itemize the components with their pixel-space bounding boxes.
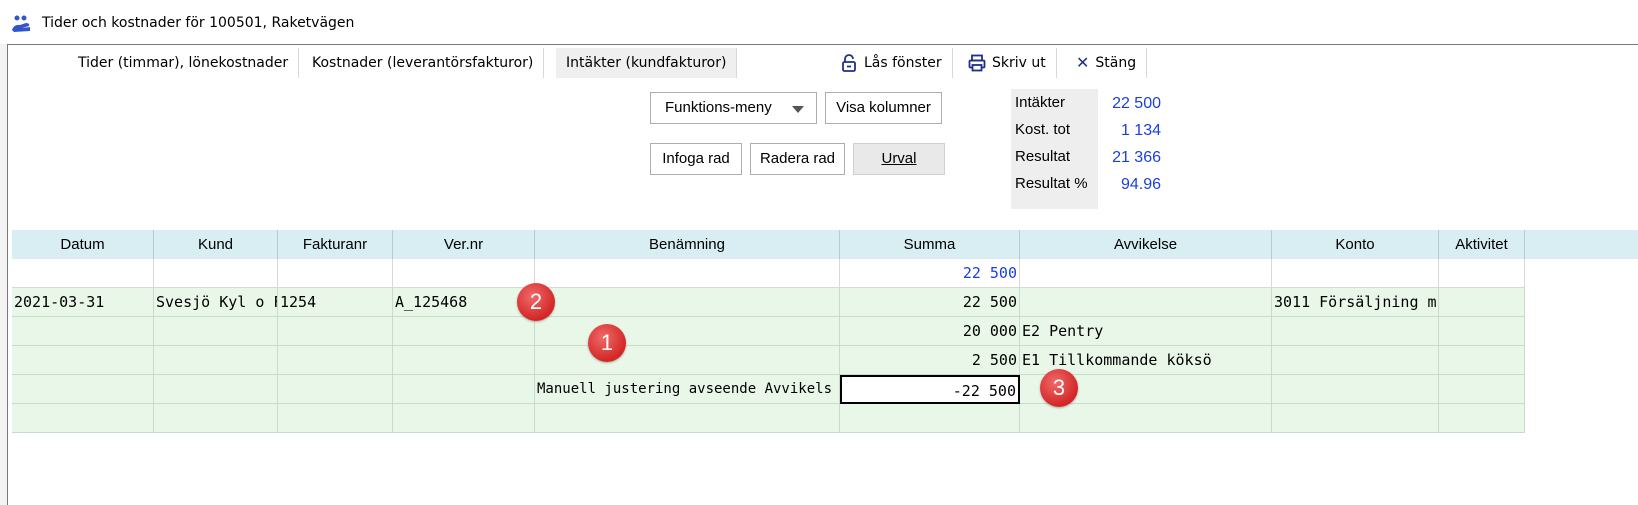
title-bar: Tider och kostnader för 100501, Raketväg… — [0, 0, 1638, 44]
table-cell[interactable] — [535, 259, 840, 288]
summary-value-cost: 1 134 — [1120, 122, 1161, 139]
table-cell[interactable] — [535, 346, 840, 375]
table-cell[interactable] — [1439, 346, 1525, 375]
tab-costs[interactable]: Kostnader (leverantörsfakturor) — [302, 48, 545, 78]
show-columns-button[interactable]: Visa kolumner — [825, 92, 942, 124]
chevron-down-icon — [792, 106, 804, 113]
table-cell[interactable] — [278, 346, 393, 375]
table-cell[interactable] — [1439, 375, 1525, 404]
selection-label: Urval — [881, 150, 917, 167]
table-cell[interactable] — [1272, 404, 1439, 433]
table-cell[interactable] — [154, 404, 278, 433]
summary-value-result-pct: 94.96 — [1120, 176, 1161, 193]
window-title: Tider och kostnader för 100501, Raketväg… — [42, 15, 355, 31]
lock-window-button[interactable]: Lås fönster — [830, 48, 953, 78]
unlock-icon — [842, 54, 856, 72]
column-header-summa[interactable]: Summa — [840, 230, 1020, 259]
table-cell[interactable]: A_125468 — [393, 288, 535, 317]
tab-times[interactable]: Tider (timmar), lönekostnader — [68, 48, 300, 78]
table-cell[interactable] — [278, 375, 393, 404]
delete-row-button[interactable]: Radera rad — [750, 143, 845, 175]
column-header-filler — [1525, 230, 1638, 259]
table-cell[interactable] — [535, 317, 840, 346]
table-cell[interactable]: 22 500 — [840, 288, 1020, 317]
table-cell[interactable] — [393, 259, 535, 288]
table-cell[interactable] — [393, 317, 535, 346]
table-cell[interactable] — [1439, 259, 1525, 288]
table-cell[interactable] — [393, 346, 535, 375]
column-header-vernr[interactable]: Ver.nr — [393, 230, 535, 259]
table-cell[interactable] — [12, 375, 154, 404]
table-cell[interactable] — [1020, 404, 1272, 433]
column-header-fakturanr[interactable]: Fakturanr — [278, 230, 393, 259]
annotation-badge-3: 3 — [1040, 369, 1078, 407]
table-cell[interactable] — [1020, 259, 1272, 288]
table-cell[interactable] — [154, 317, 278, 346]
table-cell[interactable] — [535, 288, 840, 317]
table-cell[interactable]: 1254 — [278, 288, 393, 317]
column-header-aktivitet[interactable]: Aktivitet — [1439, 230, 1525, 259]
tab-income[interactable]: Intäkter (kundfakturor) — [556, 48, 738, 78]
insert-row-button[interactable]: Infoga rad — [650, 143, 742, 175]
summary-label-income: Intäkter — [1015, 94, 1066, 111]
table-cell-description[interactable]: Manuell justering avseende Avvikels — [535, 375, 840, 404]
selection-button[interactable]: Urval — [853, 143, 945, 175]
table-cell[interactable] — [12, 346, 154, 375]
function-menu-dropdown[interactable]: Funktions-meny — [650, 92, 817, 124]
table-cell[interactable] — [1272, 317, 1439, 346]
column-header-datum[interactable]: Datum — [12, 230, 154, 259]
close-button[interactable]: ✕ Stäng — [1066, 48, 1148, 78]
function-menu-label: Funktions-meny — [665, 99, 772, 116]
table-cell[interactable] — [1439, 404, 1525, 433]
print-button[interactable]: Skriv ut — [958, 48, 1057, 78]
close-icon: ✕ — [1076, 53, 1090, 72]
table-cell[interactable] — [1272, 346, 1439, 375]
table-cell[interactable]: 2021-03-31 — [12, 288, 154, 317]
close-label: Stäng — [1095, 55, 1137, 71]
table-cell[interactable] — [154, 259, 278, 288]
lock-window-label: Lås fönster — [864, 55, 942, 71]
table-cell[interactable] — [393, 404, 535, 433]
table-cell[interactable] — [278, 317, 393, 346]
table-cell[interactable] — [535, 404, 840, 433]
print-label: Skriv ut — [992, 55, 1046, 71]
table-cell-total[interactable]: 22 500 — [840, 259, 1020, 288]
table-cell[interactable] — [1439, 288, 1525, 317]
project-icon — [12, 15, 30, 32]
column-header-konto[interactable]: Konto — [1272, 230, 1439, 259]
summary-value-income: 22 500 — [1112, 95, 1161, 112]
table-cell-selected[interactable]: -22 500 — [840, 375, 1020, 404]
table-cell[interactable] — [12, 317, 154, 346]
table-cell[interactable] — [1272, 375, 1439, 404]
table-cell[interactable]: Svesjö Kyl o Fr — [154, 288, 278, 317]
printer-icon — [968, 54, 986, 72]
table-cell[interactable]: E2 Pentry — [1020, 317, 1272, 346]
column-header-avvikelse[interactable]: Avvikelse — [1020, 230, 1272, 259]
table-cell[interactable] — [154, 346, 278, 375]
table-cell[interactable]: 2 500 — [840, 346, 1020, 375]
table-cell[interactable] — [1439, 317, 1525, 346]
column-header-kund[interactable]: Kund — [154, 230, 278, 259]
table-cell[interactable] — [840, 404, 1020, 433]
table-cell[interactable]: 20 000 — [840, 317, 1020, 346]
annotation-badge-2: 2 — [517, 283, 555, 321]
table-cell[interactable] — [278, 259, 393, 288]
table-cell[interactable] — [278, 404, 393, 433]
table-cell[interactable] — [1020, 288, 1272, 317]
table-cell[interactable] — [393, 375, 535, 404]
table-cell[interactable] — [1272, 259, 1439, 288]
table-cell[interactable] — [154, 375, 278, 404]
table-cell[interactable]: 3011 Försäljning m — [1272, 288, 1439, 317]
table-cell[interactable] — [12, 404, 154, 433]
table-cell[interactable] — [12, 259, 154, 288]
annotation-badge-1: 1 — [588, 324, 626, 362]
column-header-benamning[interactable]: Benämning — [535, 230, 840, 259]
summary-value-result: 21 366 — [1112, 149, 1161, 166]
